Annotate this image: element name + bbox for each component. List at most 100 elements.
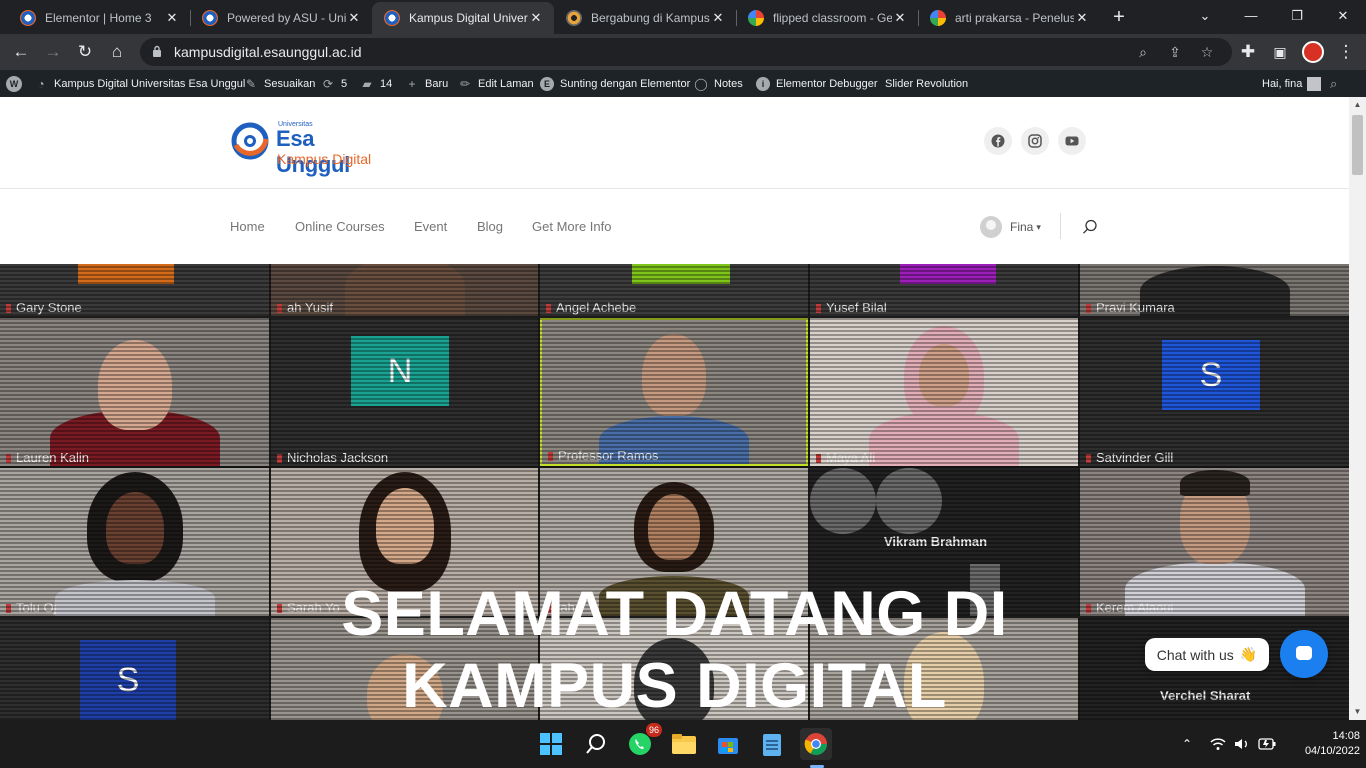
admin-notes-label: Notes [714,77,743,90]
minimize-icon[interactable]: — [1228,4,1274,28]
comments-count: 14 [380,77,393,90]
bookmark-star-icon[interactable]: ☆ [1196,42,1218,62]
user-name: Fina [1010,220,1034,234]
video-tile: ah Yusif [271,264,538,316]
volume-icon[interactable] [1234,720,1250,768]
chat-launcher-button[interactable] [1280,630,1328,678]
admin-site-name-label: Kampus Digital Universitas Esa Unggul [54,77,246,90]
notepad-icon[interactable] [756,728,788,760]
tab-title: Elementor | Home 3 [45,11,152,25]
participant-name: Vikram Brahman [884,534,988,549]
address-bar[interactable]: kampusdigital.esaunggul.ac.id ⌕ ⇪ ☆ [140,38,1232,66]
tab-arti-prakarsa[interactable]: arti prakarsa - Penelus ✕ [918,2,1100,34]
taskbar-search-icon[interactable] [580,728,612,760]
participant-name: Pravi Kumara [1086,300,1175,315]
wordpress-logo-icon[interactable]: W [6,70,28,97]
admin-my-account[interactable]: Hai, fina [1262,70,1322,97]
new-tab-button[interactable]: + [1108,6,1130,28]
battery-icon[interactable] [1258,720,1276,768]
scrollbar-thumb[interactable] [1352,115,1363,175]
nav-online-courses[interactable]: Online Courses [295,219,385,234]
restore-icon[interactable]: ❐ [1274,4,1320,28]
admin-site-name[interactable]: ◔ Kampus Digital Universitas Esa Unggul [34,70,245,97]
admin-edit-page[interactable]: ✏ Edit Laman [458,70,534,97]
nav-get-more-info[interactable]: Get More Info [532,219,611,234]
share-icon[interactable]: ⇪ [1164,42,1186,62]
wifi-icon[interactable] [1210,720,1226,768]
tab-elementor-home[interactable]: Elementor | Home 3 ✕ [8,2,190,34]
notes-icon: ◯ [694,76,708,91]
admin-slider-revolution[interactable]: Slider Revolution [885,70,968,97]
brush-icon: ✎ [245,76,257,91]
chat-with-us-bubble[interactable]: Chat with us 👋 [1145,638,1269,671]
admin-new[interactable]: + Baru [405,70,448,97]
url-text: kampusdigital.esaunggul.ac.id [174,44,362,60]
site-header: Universitas Esa Unggul Kampus Digital [0,97,1349,189]
tab-flipped-classroom[interactable]: flipped classroom - Ge ✕ [736,2,918,34]
admin-customize-label: Sesuaikan [264,77,316,90]
close-tab-icon[interactable]: ✕ [892,10,908,26]
ue-icon [202,10,218,26]
video-tile: Pravi Kumara [1080,264,1349,316]
tab-search-icon[interactable]: ⌄ [1182,4,1228,28]
close-tab-icon[interactable]: ✕ [164,10,180,26]
main-navigation: Home Online Courses Event Blog Get More … [0,189,1349,264]
file-explorer-icon[interactable] [668,728,700,760]
side-panel-icon[interactable]: ▣ [1268,40,1292,64]
microsoft-store-icon[interactable] [712,728,744,760]
windows-start-icon[interactable] [535,728,567,760]
close-tab-icon[interactable]: ✕ [1074,10,1090,26]
admin-comments[interactable]: ▰ 14 [360,70,392,97]
tab-title: Powered by ASU - Uni [227,11,346,25]
tab-bergabung[interactable]: Bergabung di Kampus ✕ [554,2,736,34]
participant-name: Satvinder Gill [1086,450,1173,465]
tab-powered-by-asu[interactable]: Powered by ASU - Uni ✕ [190,2,372,34]
forward-icon[interactable]: → [41,40,65,64]
instagram-icon[interactable] [1021,127,1049,155]
browser-tab-strip: Elementor | Home 3 ✕ Powered by ASU - Un… [0,0,1366,34]
youtube-icon[interactable] [1058,127,1086,155]
participant-name: Professor Ramos [548,448,658,463]
admin-edit-elementor[interactable]: E Sunting dengan Elementor [540,70,690,97]
close-tab-icon[interactable]: ✕ [346,10,362,26]
admin-customize[interactable]: ✎ Sesuaikan [244,70,315,97]
user-menu[interactable]: Fina ▾ [980,216,1041,238]
facebook-icon[interactable] [984,127,1012,155]
reload-icon[interactable]: ↻ [73,40,97,64]
profile-avatar[interactable] [1302,41,1324,63]
extensions-icon[interactable]: ✚ [1236,40,1260,64]
nav-event[interactable]: Event [414,219,447,234]
system-clock[interactable]: 14:08 04/10/2022 [1284,729,1360,759]
close-tab-icon[interactable]: ✕ [528,10,544,26]
waving-hand-icon: 👋 [1239,646,1258,662]
zoom-icon[interactable]: ⌕ [1132,42,1154,62]
admin-notes[interactable]: ◯ Notes [694,70,743,97]
search-icon[interactable] [1082,219,1098,235]
admin-updates[interactable]: ⟳ 5 [321,70,347,97]
eye-icon [566,10,582,26]
chrome-icon[interactable] [800,728,832,760]
ue-icon [20,10,36,26]
tab-kampus-digital[interactable]: Kampus Digital Univer ✕ [372,2,554,34]
nav-home[interactable]: Home [230,219,265,234]
admin-search-icon[interactable]: ⌕ [1330,70,1337,97]
menu-kebab-icon[interactable]: ⋮ [1334,40,1358,64]
chat-icon [1296,646,1312,660]
nav-blog[interactable]: Blog [477,219,503,234]
browser-toolbar: ← → ↻ ⌂ kampusdigital.esaunggul.ac.id ⌕ … [0,34,1366,70]
close-window-icon[interactable]: ✕ [1320,4,1366,28]
back-icon[interactable]: ← [9,40,33,64]
page-scrollbar[interactable]: ▲ ▼ [1349,97,1366,720]
plus-icon: + [408,76,416,91]
scroll-down-icon[interactable]: ▼ [1349,704,1366,720]
tray-overflow-icon[interactable]: ⌃ [1182,720,1192,768]
participant-name: Maya Ali [816,450,875,465]
participant-name: Yusef Bilal [816,300,887,315]
scroll-up-icon[interactable]: ▲ [1349,97,1366,113]
participant-name: Angel Achebe [546,300,636,315]
whatsapp-icon[interactable]: 96 [624,723,662,760]
home-icon[interactable]: ⌂ [105,40,129,64]
admin-debugger[interactable]: i Elementor Debugger [756,70,878,97]
close-tab-icon[interactable]: ✕ [710,10,726,26]
site-logo[interactable]: Universitas Esa Unggul Kampus Digital [230,117,390,177]
